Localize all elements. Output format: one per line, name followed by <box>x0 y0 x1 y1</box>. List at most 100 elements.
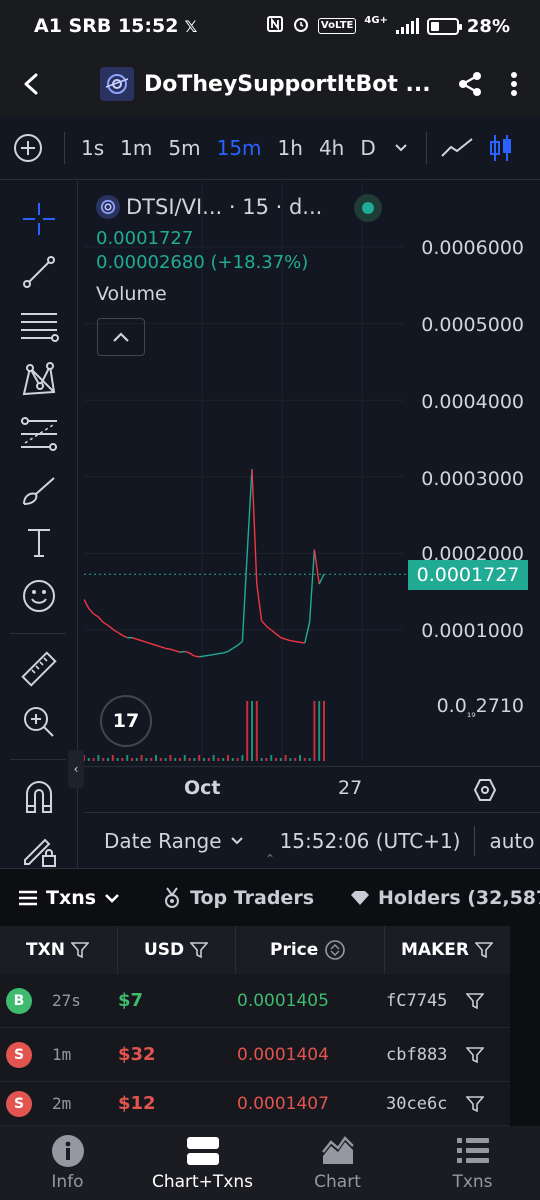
forecast-tool[interactable] <box>14 409 64 459</box>
battery-percent: 28% <box>466 15 510 37</box>
zoom-in-tool[interactable] <box>14 697 64 747</box>
volume-bar <box>207 758 210 761</box>
tab-holders[interactable]: Holders (32,587) <box>314 887 540 909</box>
token-logo <box>96 195 120 219</box>
volume-bar <box>198 755 201 761</box>
share-icon <box>459 72 481 96</box>
volume-bar <box>265 758 268 761</box>
volume-bar <box>159 758 162 761</box>
volume-bar <box>140 755 143 761</box>
emoji-tool[interactable] <box>14 571 64 621</box>
range-bar-divider <box>474 825 476 856</box>
volume-bar <box>183 755 186 761</box>
volume-bar <box>131 758 133 761</box>
interval-4h[interactable]: 4h <box>311 136 352 160</box>
nav-info[interactable]: Info <box>0 1126 135 1200</box>
interval-1s[interactable]: 1s <box>73 136 112 160</box>
back-button[interactable] <box>0 52 64 116</box>
volume-bar <box>212 755 215 761</box>
volume-bar <box>299 755 301 761</box>
magnet-tool[interactable] <box>14 772 64 822</box>
interval-15m[interactable]: 15m <box>209 136 270 160</box>
filter-maker-button[interactable] <box>464 1044 486 1066</box>
nav-txns[interactable]: Txns <box>405 1126 540 1200</box>
volume-bar <box>313 701 316 761</box>
trend-line-tool[interactable] <box>14 247 64 297</box>
price-axis-label: 0.0005000 <box>421 314 524 336</box>
bottom-navigation: Info Chart+Txns Chart Txns <box>0 1126 540 1200</box>
column-usd[interactable]: USD <box>118 926 236 974</box>
split-view-icon <box>186 1134 220 1168</box>
time-label-27: 27 <box>338 777 363 799</box>
nav-chart[interactable]: Chart <box>270 1126 405 1200</box>
crosshair-tool[interactable] <box>14 194 64 244</box>
table-row[interactable]: B 27s $7 0.0001405 fC7745 <box>0 974 510 1028</box>
interval-1m[interactable]: 1m <box>112 136 160 160</box>
table-row[interactable]: S 1m $32 0.0001404 cbf883 <box>0 1028 510 1082</box>
medal-icon <box>165 886 180 908</box>
volume-bar <box>270 755 273 761</box>
fib-retracement-tool[interactable] <box>14 301 64 351</box>
timezone-clock[interactable]: 15:52:06 (UTC+1) <box>280 829 461 853</box>
volume-bar <box>97 755 100 761</box>
price-segment <box>318 573 325 585</box>
live-status-indicator <box>354 194 382 222</box>
filter-maker-button[interactable] <box>464 990 486 1012</box>
volume-bar <box>236 758 239 761</box>
symbol-legend[interactable]: DTSI/VI... · 15 · d... <box>96 195 322 219</box>
candlestick-icon <box>489 134 511 161</box>
text-tool[interactable] <box>14 517 64 567</box>
price-segment <box>93 613 99 618</box>
volume-bar <box>179 758 181 761</box>
time-axis[interactable]: Oct 27 <box>84 766 540 812</box>
share-button[interactable] <box>446 60 494 108</box>
pattern-tool[interactable] <box>14 355 64 405</box>
volume-bar <box>275 758 277 761</box>
price-segment <box>107 624 114 630</box>
nav-chart-txns[interactable]: Chart+Txns <box>135 1126 270 1200</box>
add-symbol-button[interactable] <box>0 120 56 176</box>
nav-txns-label: Txns <box>452 1172 493 1192</box>
volume-bar <box>231 758 234 761</box>
table-row[interactable]: S 2m $12 0.0001407 30ce6c <box>0 1082 510 1126</box>
collapse-legend-button[interactable] <box>97 318 145 356</box>
txn-maker[interactable]: fC7745 <box>386 991 447 1011</box>
volume-bar <box>87 758 90 761</box>
txn-maker[interactable]: 30ce6c <box>386 1094 447 1114</box>
column-txn[interactable]: TXN <box>0 926 118 974</box>
tab-top-traders[interactable]: Top Traders <box>120 887 314 909</box>
txn-age: 2m <box>52 1094 72 1113</box>
tab-txns[interactable]: Txns <box>0 887 120 909</box>
tradingview-logo[interactable]: 17 <box>100 695 152 747</box>
interval-dropdown[interactable] <box>384 128 418 168</box>
column-price[interactable]: Price <box>236 926 385 974</box>
app-bar: DoTheySupportItBot ... <box>0 52 540 116</box>
date-range-dropdown[interactable]: Date Range <box>84 829 244 853</box>
price-segment <box>275 633 282 639</box>
candles-chart-type-button[interactable] <box>479 128 523 168</box>
interval-5m[interactable]: 5m <box>160 136 208 160</box>
txn-maker[interactable]: cbf883 <box>386 1045 447 1065</box>
measure-tool[interactable] <box>14 644 64 694</box>
interval-1d[interactable]: D <box>352 136 383 160</box>
auto-scale-button[interactable]: auto <box>489 829 534 853</box>
price-segment <box>251 469 258 585</box>
volume-indicator-label[interactable]: Volume <box>96 283 167 305</box>
interval-1h[interactable]: 1h <box>270 136 311 160</box>
magnet-icon <box>26 781 52 813</box>
price-axis-label: 0.0001000 <box>421 620 524 642</box>
price-segment <box>222 650 229 654</box>
filter-maker-button[interactable] <box>464 1093 486 1115</box>
column-maker[interactable]: MAKER <box>385 926 510 974</box>
price-axis-low-label: 0.0₁₉2710 <box>436 695 524 720</box>
price-segment <box>170 648 176 652</box>
more-options-button[interactable] <box>494 60 534 108</box>
txn-side-badge: S <box>6 1041 32 1068</box>
chart-pane[interactable]: DTSI/VI... · 15 · d... 0.0001727 0.00002… <box>84 181 540 766</box>
info-icon <box>51 1134 85 1168</box>
collapse-toolbar-handle[interactable]: ‹ <box>68 750 84 788</box>
brush-tool[interactable] <box>14 465 64 515</box>
line-chart-type-button[interactable] <box>435 128 479 168</box>
chart-settings-button[interactable] <box>470 775 500 805</box>
filter-icon <box>70 942 89 959</box>
